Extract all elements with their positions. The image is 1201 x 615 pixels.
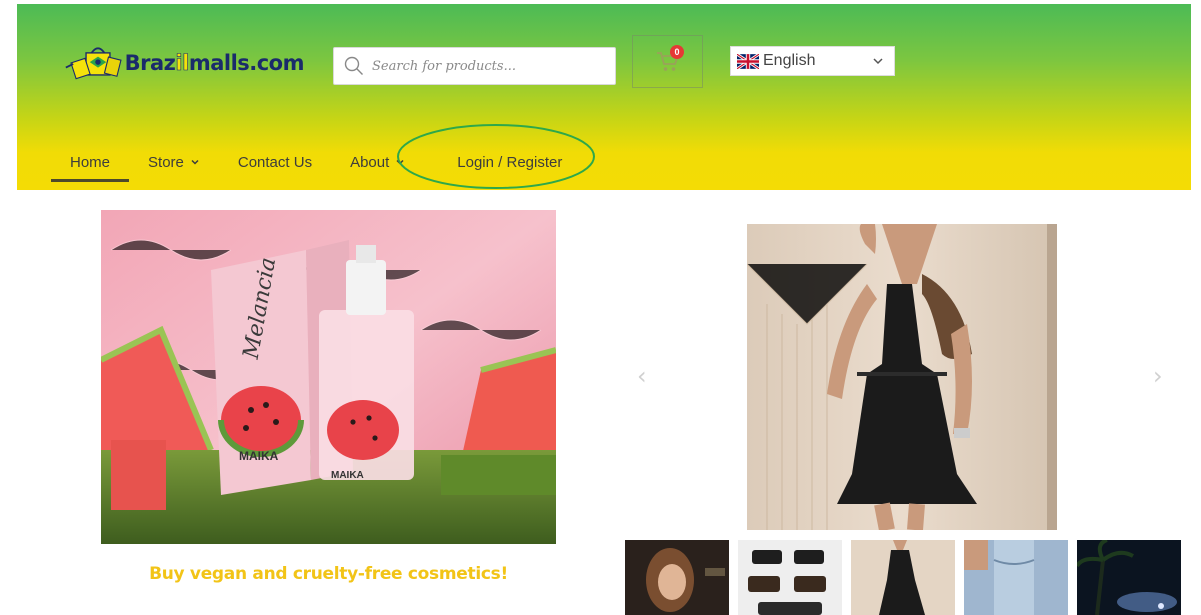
product-brand-label-bottle: MAIKA	[331, 470, 364, 481]
promo-caption: Buy vegan and cruelty-free cosmetics!	[149, 564, 508, 584]
night-palm-thumbnail	[1077, 540, 1181, 615]
nav-label: Store	[148, 153, 184, 171]
product-slide-image[interactable]	[747, 224, 1057, 530]
thumbnail-5[interactable]	[1077, 540, 1181, 615]
site-logo[interactable]: Brazilmalls.com	[64, 40, 305, 86]
promo-banner-image[interactable]: MAIKA MAIKA Melancia	[101, 210, 556, 544]
nav-item-about[interactable]: About	[331, 142, 424, 182]
cart-count-badge: 0	[670, 45, 684, 59]
nav-label: About	[350, 153, 390, 171]
cosmetics-product-photo: MAIKA MAIKA Melancia	[101, 210, 556, 544]
nav-label: Home	[70, 153, 111, 171]
chevron-down-icon	[191, 159, 199, 165]
language-selector[interactable]: English	[730, 46, 895, 76]
shopping-bags-logo-icon	[65, 47, 122, 80]
woman-portrait-thumbnail	[625, 540, 729, 615]
logo-wordmark: Brazilmalls.com	[124, 51, 305, 76]
uk-flag-icon	[737, 53, 759, 69]
site-header: Brazilmalls.com 0 English Home Sto	[17, 4, 1191, 190]
slider-next-arrow[interactable]: ›	[1153, 362, 1163, 390]
black-dress-thumbnail	[851, 540, 955, 615]
chevron-down-icon	[873, 58, 883, 65]
product-brand-label: MAIKA	[239, 449, 279, 463]
nav-item-home[interactable]: Home	[51, 142, 130, 182]
search-box	[333, 47, 616, 85]
slider-prev-arrow[interactable]: ‹	[637, 362, 647, 390]
thumbnail-3[interactable]	[851, 540, 955, 615]
chevron-down-icon	[396, 159, 404, 165]
search-icon[interactable]	[344, 56, 364, 76]
language-label: English	[763, 52, 816, 69]
sunglasses-thumbnail	[738, 540, 842, 615]
thumbnail-1[interactable]	[625, 540, 729, 615]
nav-item-contact[interactable]: Contact Us	[219, 142, 331, 182]
cart-button[interactable]: 0	[632, 35, 703, 88]
search-input[interactable]	[372, 58, 612, 74]
slider-thumbnails	[625, 540, 1181, 615]
black-dress-photo	[747, 224, 1057, 530]
nav-item-login-register[interactable]: Login / Register	[438, 142, 581, 182]
jeans-thumbnail	[964, 540, 1068, 615]
thumbnail-2[interactable]	[738, 540, 842, 615]
thumbnail-4[interactable]	[964, 540, 1068, 615]
nav-label: Contact Us	[237, 153, 313, 171]
nav-item-store[interactable]: Store	[129, 142, 219, 182]
main-navigation: Home Store Contact Us About Login / Regi…	[51, 142, 581, 182]
nav-label: Login / Register	[457, 153, 563, 171]
